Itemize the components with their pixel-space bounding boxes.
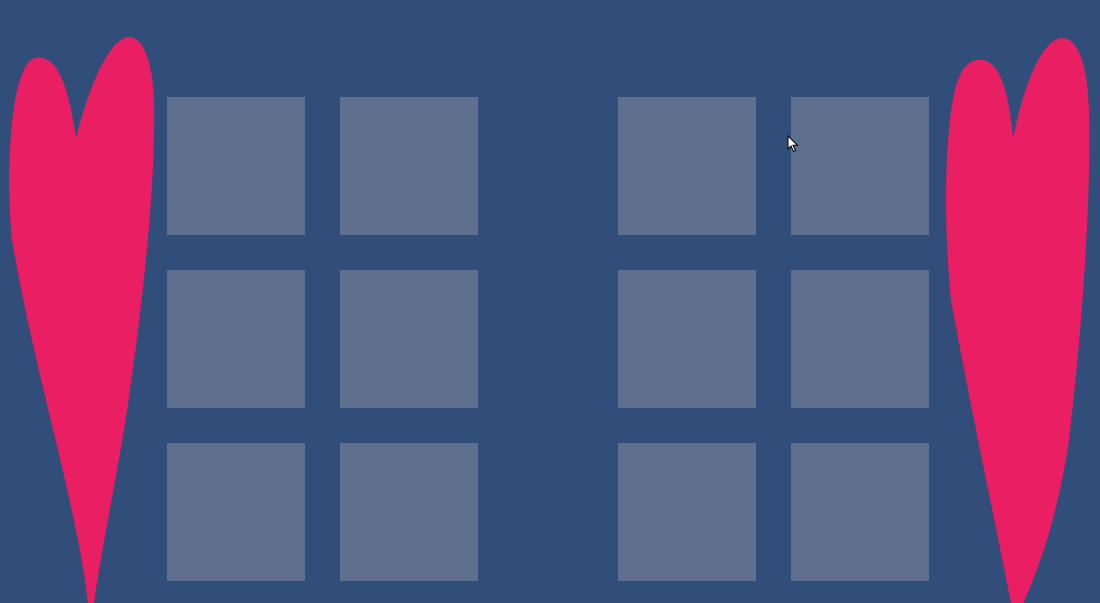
slot[interactable] xyxy=(618,443,756,581)
slot[interactable] xyxy=(340,443,478,581)
slot[interactable] xyxy=(618,97,756,235)
slot[interactable] xyxy=(618,270,756,408)
slot[interactable] xyxy=(167,270,305,408)
slot[interactable] xyxy=(340,270,478,408)
slot[interactable] xyxy=(167,443,305,581)
slot[interactable] xyxy=(791,270,929,408)
slot[interactable] xyxy=(791,97,929,235)
slot[interactable] xyxy=(340,97,478,235)
slot-grid-right xyxy=(618,97,929,581)
slot[interactable] xyxy=(791,443,929,581)
slot-grid-left xyxy=(167,97,478,581)
heart-icon xyxy=(9,36,155,603)
heart-icon xyxy=(946,38,1090,603)
game-scene xyxy=(0,0,1100,603)
slot[interactable] xyxy=(167,97,305,235)
